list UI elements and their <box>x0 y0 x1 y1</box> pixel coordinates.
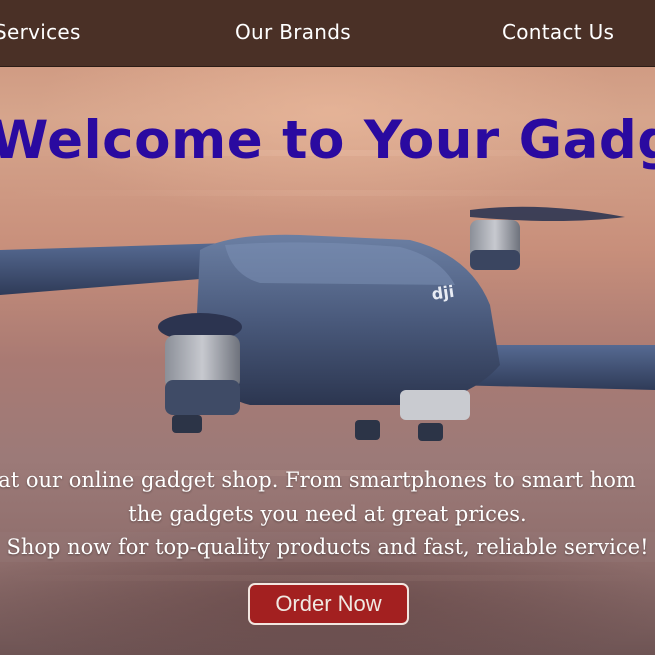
hero-description-line-1: h at our online gadget shop. From smartp… <box>0 468 636 492</box>
drone-brand-logo: dji <box>430 282 455 304</box>
nav-link-our-brands[interactable]: Our Brands <box>235 20 351 44</box>
landing-leg <box>418 423 443 441</box>
hero-description-line-2: the gadgets you need at great prices. <box>128 502 527 526</box>
navbar: Services Our Brands Contact Us <box>0 0 655 67</box>
order-now-button[interactable]: Order Now <box>248 583 409 625</box>
camera-gimbal <box>400 390 470 420</box>
landing-leg <box>355 420 380 440</box>
page: Services Our Brands Contact Us Welcome t… <box>0 0 655 655</box>
water-streak <box>0 575 655 581</box>
hero-title: Welcome to Your Gadget <box>0 110 655 171</box>
propeller <box>470 206 625 221</box>
motor-base <box>470 250 520 270</box>
hero-description-line-3: Shop now for top-quality products and fa… <box>0 532 655 562</box>
drone-image: dji <box>0 206 655 441</box>
motor-base <box>165 380 240 415</box>
nav-link-contact-us[interactable]: Contact Us <box>502 20 614 44</box>
nav-link-services[interactable]: Services <box>0 20 81 44</box>
landing-leg <box>172 415 202 433</box>
